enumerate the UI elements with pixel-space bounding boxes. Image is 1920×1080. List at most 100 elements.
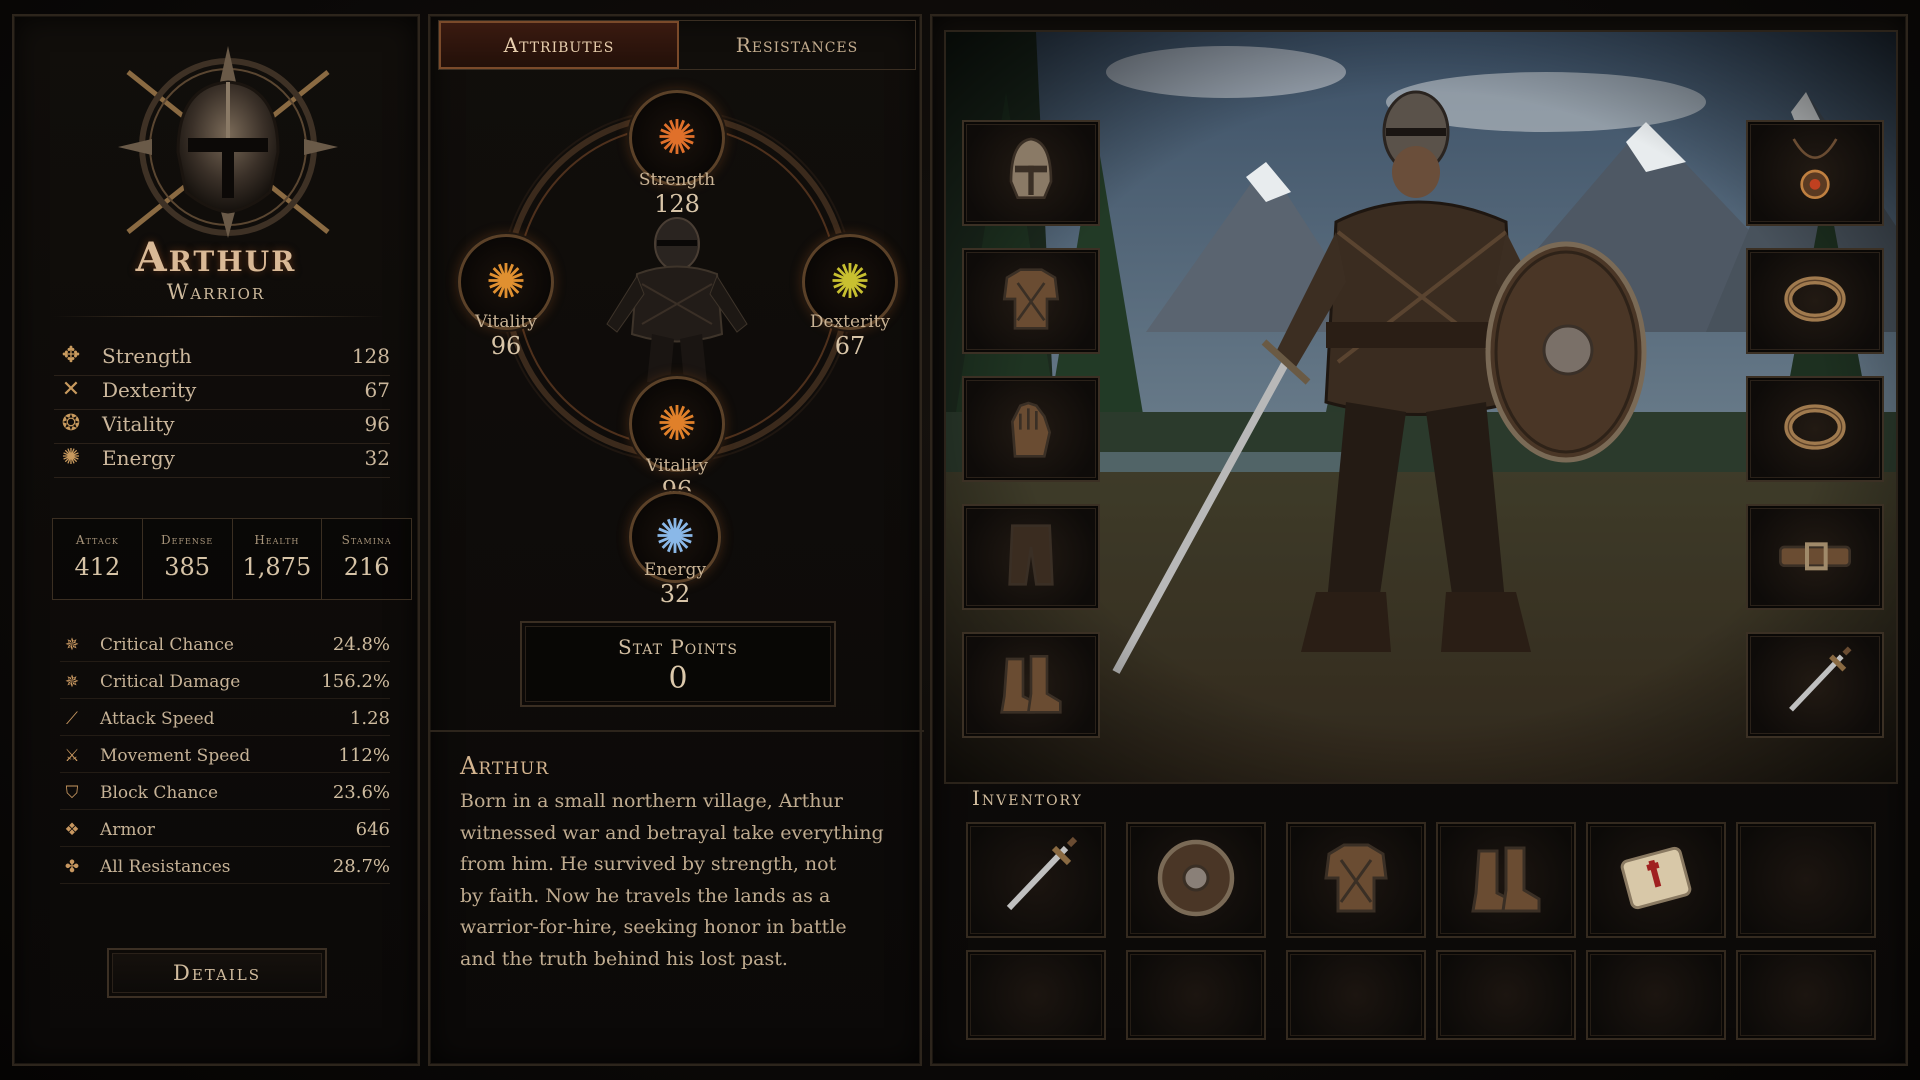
stat-value: 156.2% — [321, 671, 390, 692]
stat-value: 1.28 — [349, 708, 390, 729]
inventory-slot[interactable] — [966, 822, 1106, 938]
biography-section: Arthur Born in a small northern village,… — [430, 730, 924, 1068]
sword-icon — [991, 833, 1081, 927]
vitality-rune-icon: ✺ — [485, 254, 527, 310]
combat-stat-value: 385 — [164, 553, 211, 581]
details-button[interactable]: Details — [107, 948, 327, 998]
boots-icon — [1461, 833, 1551, 927]
sword-icon — [1775, 643, 1855, 727]
biography-line: and the truth behind his lost past. — [460, 947, 788, 970]
attributes-panel: Attributes Resistances ✺ Strength 128 ✺ … — [428, 14, 924, 1068]
stat-points-value: 0 — [668, 661, 688, 696]
stat-label: Movement Speed — [100, 745, 251, 766]
equipment-slot[interactable] — [1746, 504, 1884, 610]
inventory-slot-empty[interactable] — [1736, 822, 1876, 938]
combat-stat-value: 412 — [74, 553, 121, 581]
attribute-wheel: ✺ Strength 128 ✺ Vitality 96 ✺ Dexterity… — [430, 86, 924, 506]
equipment-slot[interactable] — [962, 120, 1100, 226]
combat-stat-value: 216 — [343, 553, 390, 581]
attribute-label: Vitality — [102, 411, 175, 436]
node-label-text: Dexterity — [809, 312, 891, 332]
stat-label: Critical Damage — [100, 671, 241, 692]
energy-rune-icon: ✺ — [654, 509, 696, 565]
vitality-rune-icon: ✺ — [656, 396, 698, 452]
stat-row: ⛉ Block Chance 23.6% — [60, 776, 390, 810]
character-preview-scene — [944, 30, 1898, 784]
shield-icon — [1151, 833, 1241, 927]
equipment-slot[interactable] — [962, 504, 1100, 610]
combat-stat-label: Stamina — [341, 533, 392, 547]
node-value: 128 — [654, 190, 700, 218]
inventory-slot[interactable] — [1586, 822, 1726, 938]
equipment-slot[interactable] — [962, 632, 1100, 738]
inventory-slot-empty[interactable] — [1736, 950, 1876, 1040]
stat-row: ✤ All Resistances 28.7% — [60, 850, 390, 884]
attribute-value: 67 — [364, 377, 390, 402]
inventory-slot-empty[interactable] — [1126, 950, 1266, 1040]
combat-stat-stamina: Stamina 216 — [322, 519, 411, 599]
combat-stat-defense: Defense 385 — [143, 519, 233, 599]
attribute-value: 128 — [351, 343, 390, 368]
dexterity-node-label: Dexterity 67 — [780, 312, 920, 360]
stat-row: ✵ Critical Chance 24.8% — [60, 628, 390, 662]
ring-icon — [1775, 259, 1855, 343]
stat-value: 646 — [355, 819, 390, 840]
tab-attributes[interactable]: Attributes — [439, 21, 679, 69]
critical-damage-icon: ✵ — [64, 671, 80, 692]
tab-resistances[interactable]: Resistances — [679, 21, 915, 69]
chest-armor-icon — [1311, 833, 1401, 927]
biography-line: by faith. Now he travels the lands as a — [460, 884, 831, 907]
ring-icon — [1775, 387, 1855, 471]
movement-speed-icon: ⚔ — [64, 745, 80, 766]
node-label-text: Vitality — [646, 456, 708, 476]
attribute-row-energy[interactable]: ✺ Energy 32 — [54, 438, 390, 478]
character-name: Arthur — [135, 234, 297, 281]
combat-stat-label: Attack — [75, 533, 119, 547]
strength-node-label: Strength 128 — [607, 170, 747, 218]
equipment-slot[interactable] — [1746, 376, 1884, 482]
bandage-icon — [1611, 833, 1701, 927]
inventory-slot[interactable] — [1436, 822, 1576, 938]
biography-line: Born in a small northern village, Arthur — [460, 790, 843, 812]
strength-rune-icon: ✺ — [656, 110, 698, 166]
node-value: 96 — [490, 332, 522, 360]
equipment-slot[interactable] — [962, 248, 1100, 354]
stat-value: 23.6% — [332, 782, 390, 803]
biography-line: warrior-for-hire, seeking honor in battl… — [460, 916, 847, 938]
inventory-slot-empty[interactable] — [1586, 950, 1726, 1040]
combat-stat-health: Health 1,875 — [233, 519, 323, 599]
dexterity-rune-icon: ✺ — [829, 254, 871, 310]
attribute-value: 96 — [364, 411, 390, 436]
stat-row: ⚔ Movement Speed 112% — [60, 739, 390, 773]
inventory-slot-empty[interactable] — [1286, 950, 1426, 1040]
stat-label: All Resistances — [100, 856, 231, 877]
stat-row: ❖ Armor 646 — [60, 813, 390, 847]
biography-text: Born in a small northern village, Arthur… — [460, 786, 900, 975]
equipment-slot[interactable] — [1746, 632, 1884, 738]
combat-stats-box: Attack 412 Defense 385 Health 1,875 Stamina… — [52, 518, 412, 600]
equipment-slot[interactable] — [1746, 120, 1884, 226]
vitality-icon: ❂ — [61, 411, 81, 436]
node-label-text: Vitality — [475, 312, 537, 332]
attribute-label: Strength — [102, 343, 192, 368]
energy-icon: ✺ — [61, 445, 81, 470]
inventory-slot[interactable] — [1286, 822, 1426, 938]
equipment-slot[interactable] — [962, 376, 1100, 482]
leggings-icon — [991, 515, 1071, 599]
equipment-slot[interactable] — [1746, 248, 1884, 354]
stat-points-box: Stat Points 0 — [520, 621, 836, 707]
inventory-slot-empty[interactable] — [966, 950, 1106, 1040]
attribute-value: 32 — [364, 445, 390, 470]
critical-chance-icon: ✵ — [64, 634, 80, 655]
inventory-slot-empty[interactable] — [1436, 950, 1576, 1040]
stat-value: 24.8% — [332, 634, 390, 655]
strength-icon: ✥ — [61, 343, 81, 368]
inventory-slot[interactable] — [1126, 822, 1266, 938]
node-label-text: Strength — [638, 170, 716, 190]
stat-row: ✵ Critical Damage 156.2% — [60, 665, 390, 699]
amulet-icon — [1775, 131, 1855, 215]
character-class: Warrior — [166, 280, 266, 304]
node-value: 67 — [834, 332, 866, 360]
stat-label: Block Chance — [100, 782, 219, 803]
energy-node-label: Energy 32 — [605, 560, 745, 608]
